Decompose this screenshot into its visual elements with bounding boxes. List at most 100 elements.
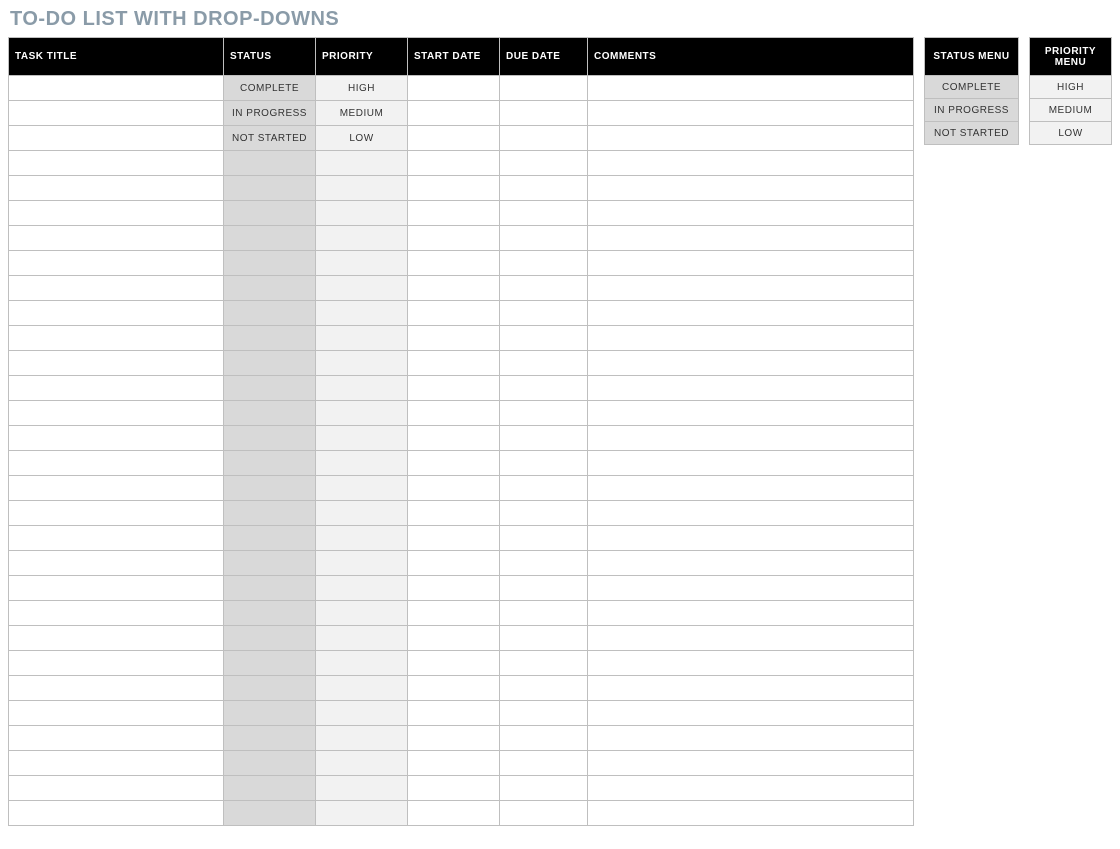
status-cell[interactable] xyxy=(224,251,316,276)
start-date-cell[interactable] xyxy=(408,776,500,801)
priority-cell[interactable] xyxy=(316,751,408,776)
due-date-cell[interactable] xyxy=(500,76,588,101)
status-cell[interactable] xyxy=(224,776,316,801)
task-cell[interactable] xyxy=(9,801,224,826)
task-cell[interactable] xyxy=(9,676,224,701)
status-menu-item[interactable]: IN PROGRESS xyxy=(925,99,1019,122)
start-date-cell[interactable] xyxy=(408,251,500,276)
start-date-cell[interactable] xyxy=(408,726,500,751)
start-date-cell[interactable] xyxy=(408,201,500,226)
comments-cell[interactable] xyxy=(588,751,914,776)
status-cell[interactable] xyxy=(224,201,316,226)
priority-cell[interactable] xyxy=(316,601,408,626)
priority-cell[interactable] xyxy=(316,651,408,676)
status-cell[interactable] xyxy=(224,226,316,251)
start-date-cell[interactable] xyxy=(408,626,500,651)
start-date-cell[interactable] xyxy=(408,451,500,476)
priority-cell[interactable] xyxy=(316,701,408,726)
comments-cell[interactable] xyxy=(588,126,914,151)
status-cell[interactable] xyxy=(224,451,316,476)
comments-cell[interactable] xyxy=(588,426,914,451)
task-cell[interactable] xyxy=(9,151,224,176)
start-date-cell[interactable] xyxy=(408,576,500,601)
comments-cell[interactable] xyxy=(588,226,914,251)
comments-cell[interactable] xyxy=(588,501,914,526)
priority-menu-item[interactable]: HIGH xyxy=(1030,76,1112,99)
start-date-cell[interactable] xyxy=(408,801,500,826)
comments-cell[interactable] xyxy=(588,151,914,176)
due-date-cell[interactable] xyxy=(500,351,588,376)
due-date-cell[interactable] xyxy=(500,476,588,501)
start-date-cell[interactable] xyxy=(408,276,500,301)
status-cell[interactable] xyxy=(224,351,316,376)
start-date-cell[interactable] xyxy=(408,501,500,526)
priority-cell[interactable] xyxy=(316,501,408,526)
priority-cell[interactable]: MEDIUM xyxy=(316,101,408,126)
status-cell[interactable] xyxy=(224,301,316,326)
priority-menu-item[interactable]: MEDIUM xyxy=(1030,99,1112,122)
due-date-cell[interactable] xyxy=(500,201,588,226)
status-cell[interactable] xyxy=(224,501,316,526)
task-cell[interactable] xyxy=(9,651,224,676)
status-cell[interactable] xyxy=(224,476,316,501)
start-date-cell[interactable] xyxy=(408,376,500,401)
start-date-cell[interactable] xyxy=(408,651,500,676)
comments-cell[interactable] xyxy=(588,351,914,376)
start-date-cell[interactable] xyxy=(408,176,500,201)
task-cell[interactable] xyxy=(9,501,224,526)
due-date-cell[interactable] xyxy=(500,176,588,201)
task-cell[interactable] xyxy=(9,276,224,301)
due-date-cell[interactable] xyxy=(500,801,588,826)
priority-cell[interactable] xyxy=(316,801,408,826)
comments-cell[interactable] xyxy=(588,326,914,351)
priority-cell[interactable] xyxy=(316,476,408,501)
priority-cell[interactable] xyxy=(316,226,408,251)
status-cell[interactable] xyxy=(224,651,316,676)
comments-cell[interactable] xyxy=(588,276,914,301)
task-cell[interactable] xyxy=(9,401,224,426)
due-date-cell[interactable] xyxy=(500,676,588,701)
start-date-cell[interactable] xyxy=(408,751,500,776)
comments-cell[interactable] xyxy=(588,776,914,801)
status-cell[interactable] xyxy=(224,726,316,751)
due-date-cell[interactable] xyxy=(500,376,588,401)
due-date-cell[interactable] xyxy=(500,126,588,151)
status-cell[interactable] xyxy=(224,276,316,301)
comments-cell[interactable] xyxy=(588,676,914,701)
priority-cell[interactable] xyxy=(316,576,408,601)
task-cell[interactable] xyxy=(9,601,224,626)
priority-cell[interactable]: LOW xyxy=(316,126,408,151)
comments-cell[interactable] xyxy=(588,651,914,676)
status-cell[interactable] xyxy=(224,151,316,176)
priority-cell[interactable] xyxy=(316,451,408,476)
priority-cell[interactable] xyxy=(316,776,408,801)
comments-cell[interactable] xyxy=(588,526,914,551)
status-cell[interactable]: IN PROGRESS xyxy=(224,101,316,126)
start-date-cell[interactable] xyxy=(408,401,500,426)
status-cell[interactable] xyxy=(224,426,316,451)
task-cell[interactable] xyxy=(9,376,224,401)
due-date-cell[interactable] xyxy=(500,701,588,726)
due-date-cell[interactable] xyxy=(500,501,588,526)
status-cell[interactable] xyxy=(224,576,316,601)
status-cell[interactable] xyxy=(224,326,316,351)
task-cell[interactable] xyxy=(9,451,224,476)
task-cell[interactable] xyxy=(9,126,224,151)
start-date-cell[interactable] xyxy=(408,126,500,151)
status-cell[interactable] xyxy=(224,376,316,401)
status-cell[interactable] xyxy=(224,601,316,626)
comments-cell[interactable] xyxy=(588,176,914,201)
task-cell[interactable] xyxy=(9,726,224,751)
due-date-cell[interactable] xyxy=(500,601,588,626)
priority-cell[interactable] xyxy=(316,351,408,376)
due-date-cell[interactable] xyxy=(500,576,588,601)
due-date-cell[interactable] xyxy=(500,401,588,426)
due-date-cell[interactable] xyxy=(500,426,588,451)
task-cell[interactable] xyxy=(9,351,224,376)
comments-cell[interactable] xyxy=(588,76,914,101)
due-date-cell[interactable] xyxy=(500,101,588,126)
status-menu-item[interactable]: COMPLETE xyxy=(925,76,1019,99)
due-date-cell[interactable] xyxy=(500,651,588,676)
priority-cell[interactable] xyxy=(316,301,408,326)
task-cell[interactable] xyxy=(9,176,224,201)
